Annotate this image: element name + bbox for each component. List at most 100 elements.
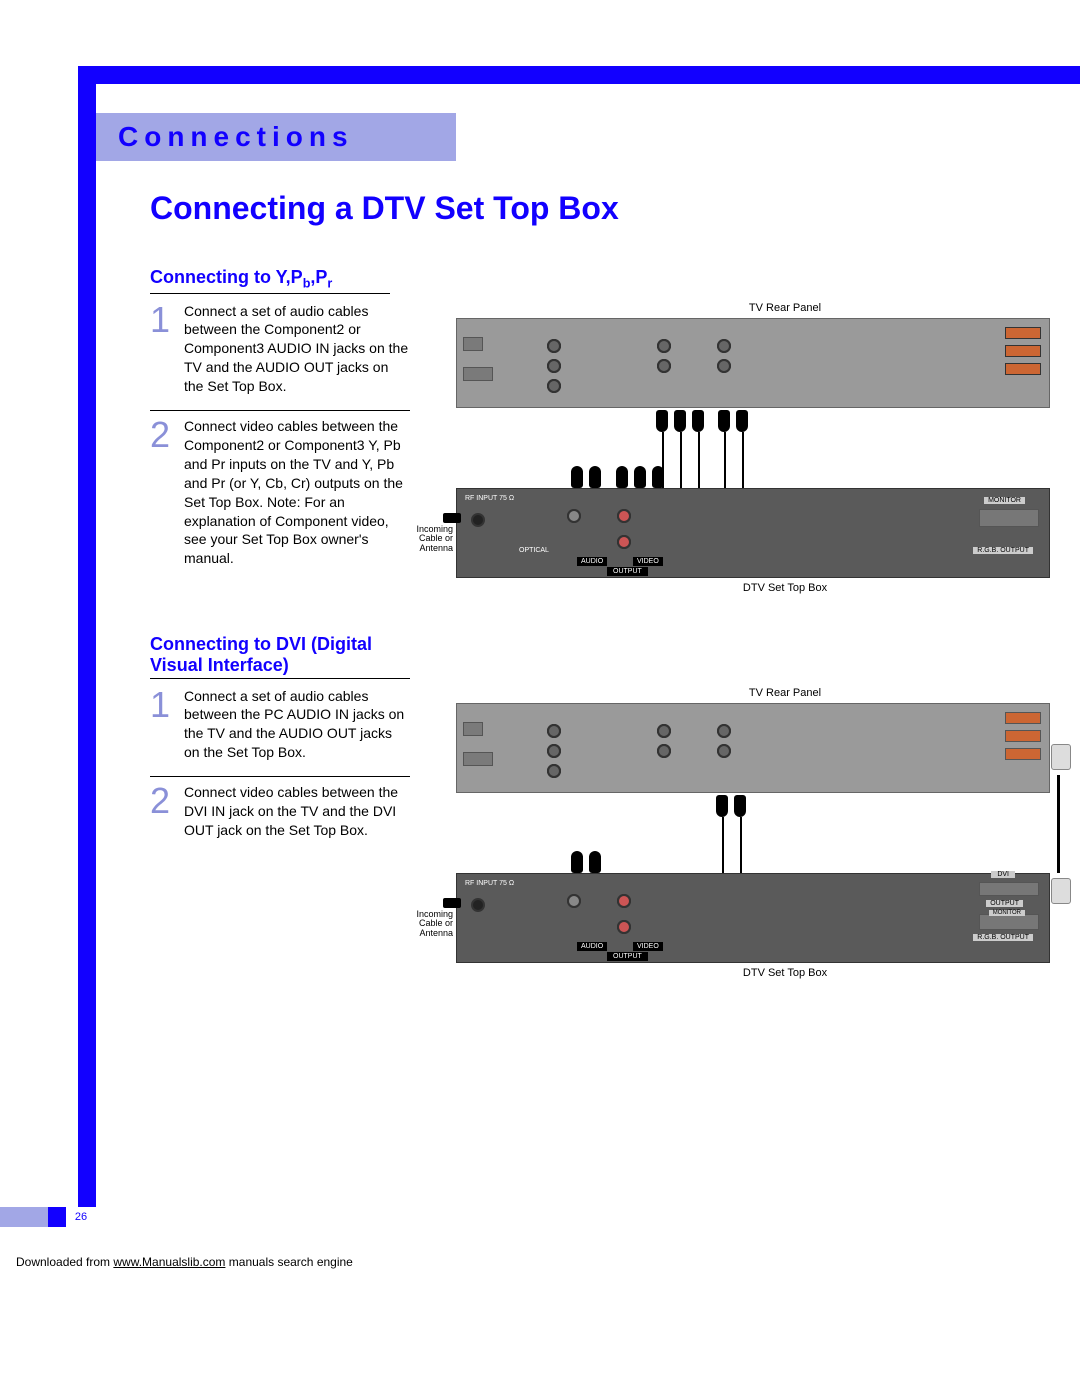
page-content: Connecting a DTV Set Top Box Connecting …	[150, 190, 1050, 1019]
plug-icon	[716, 795, 728, 817]
pn-accent-light	[0, 1207, 48, 1227]
plug-icon	[589, 466, 601, 488]
cable-icon	[680, 432, 682, 488]
step-text: Connect video cables between the DVI IN …	[184, 783, 410, 840]
port-dvi	[1005, 327, 1041, 339]
jack-icon	[547, 744, 561, 758]
diagram-b: TV Rear Panel	[450, 687, 1050, 979]
jack-icon	[717, 744, 731, 758]
plug-icon	[718, 410, 730, 432]
monitor-port	[979, 509, 1039, 527]
steps-column-a: 1 Connect a set of audio cables between …	[150, 302, 410, 594]
steps-column-b: 1 Connect a set of audio cables between …	[150, 687, 410, 979]
step-number: 1	[150, 687, 172, 763]
set-top-box-b: Incoming Cable or Antenna RF INPUT 75 Ω	[456, 873, 1050, 963]
label-monitor: MONITOR	[989, 910, 1025, 916]
plug-icon	[736, 410, 748, 432]
section-heading-ypbpr: Connecting to Y,Pb,Pr	[150, 267, 390, 294]
port-block	[463, 722, 483, 736]
label-dvi: DVI	[991, 871, 1015, 878]
plug-icon	[571, 466, 583, 488]
dvi-connector-icon	[1051, 878, 1071, 904]
label-monitor: MONITOR	[984, 497, 1025, 504]
jack-icon	[717, 724, 731, 738]
jack-icon	[657, 339, 671, 353]
label-rgb: R.G.B. OUTPUT	[973, 547, 1033, 554]
label-video: VIDEO	[633, 942, 663, 951]
tv-rear-panel	[456, 318, 1050, 408]
section-ypbpr: Connecting to Y,Pb,Pr 1 Connect a set of…	[150, 267, 1050, 594]
chapter-title-text: Connections	[118, 121, 354, 153]
page-title: Connecting a DTV Set Top Box	[150, 190, 1050, 227]
diagram-top-label: TV Rear Panel	[520, 302, 1050, 314]
rf-jack-icon	[471, 898, 485, 912]
label-output2: OUTPUT	[986, 900, 1023, 907]
plug-icon	[589, 851, 601, 873]
dvi-connector-icon	[1051, 744, 1071, 770]
cable-icon	[722, 817, 724, 873]
cable-icon	[740, 817, 742, 873]
jack-icon	[547, 724, 561, 738]
label-audio: AUDIO	[577, 942, 607, 951]
coax-plug-icon	[443, 898, 461, 908]
step-number: 2	[150, 783, 172, 840]
jack-icon	[657, 724, 671, 738]
footer-link[interactable]: www.Manualslib.com	[113, 1255, 225, 1269]
label-rf: RF INPUT 75 Ω	[465, 495, 514, 502]
jack-icon	[657, 359, 671, 373]
jack-icon	[547, 359, 561, 373]
step-number: 1	[150, 302, 172, 396]
jack-icon	[657, 744, 671, 758]
port-pc	[1005, 345, 1041, 357]
port-pc	[1005, 730, 1041, 742]
step-b2: 2 Connect video cables between the DVI I…	[150, 776, 410, 840]
port-block	[463, 752, 493, 766]
plug-icon	[652, 466, 664, 488]
step-text: Connect a set of audio cables between th…	[184, 687, 410, 763]
label-output: OUTPUT	[607, 567, 648, 576]
plug-icon	[656, 410, 668, 432]
coax-plug-icon	[443, 513, 461, 523]
jack-icon	[617, 920, 631, 934]
diagram-bottom-label: DTV Set Top Box	[520, 967, 1050, 979]
tv-rear-panel-b	[456, 703, 1050, 793]
jack-icon	[567, 894, 581, 908]
cable-icon	[698, 432, 700, 488]
port-rgb	[1005, 363, 1041, 375]
section-heading-dvi: Connecting to DVI (Digital Visual Interf…	[150, 634, 410, 679]
port-dvi	[1005, 712, 1041, 724]
section-dvi: Connecting to DVI (Digital Visual Interf…	[150, 634, 1050, 979]
jack-icon	[567, 509, 581, 523]
jack-icon	[617, 894, 631, 908]
step-a2: 2 Connect video cables between the Compo…	[150, 410, 410, 568]
footer-suffix: manuals search engine	[225, 1255, 352, 1269]
rf-jack-icon	[471, 513, 485, 527]
jack-icon	[547, 764, 561, 778]
plug-icon	[734, 795, 746, 817]
jack-icon	[547, 379, 561, 393]
step-a1: 1 Connect a set of audio cables between …	[150, 302, 410, 396]
step-text: Connect a set of audio cables between th…	[184, 302, 410, 396]
plug-icon	[692, 410, 704, 432]
label-optical: OPTICAL	[519, 547, 549, 554]
plug-icon	[674, 410, 686, 432]
cable-icon	[724, 432, 726, 488]
monitor-port	[979, 914, 1039, 930]
footer-prefix: Downloaded from	[16, 1255, 113, 1269]
label-audio: AUDIO	[577, 557, 607, 566]
plug-icon	[634, 466, 646, 488]
footer: Downloaded from www.Manualslib.com manua…	[16, 1255, 353, 1269]
port-block	[463, 367, 493, 381]
page-number-bar: 26	[0, 1207, 96, 1227]
jack-icon	[547, 339, 561, 353]
label-video: VIDEO	[633, 557, 663, 566]
dvi-cable-icon	[1057, 775, 1060, 873]
dvi-port	[979, 882, 1039, 896]
jack-icon	[717, 339, 731, 353]
step-b1: 1 Connect a set of audio cables between …	[150, 687, 410, 763]
diagram-bottom-label: DTV Set Top Box	[520, 582, 1050, 594]
diagram-a: TV Rear Panel	[450, 302, 1050, 594]
cable-icon	[742, 432, 744, 488]
jack-icon	[617, 535, 631, 549]
jack-icon	[717, 359, 731, 373]
